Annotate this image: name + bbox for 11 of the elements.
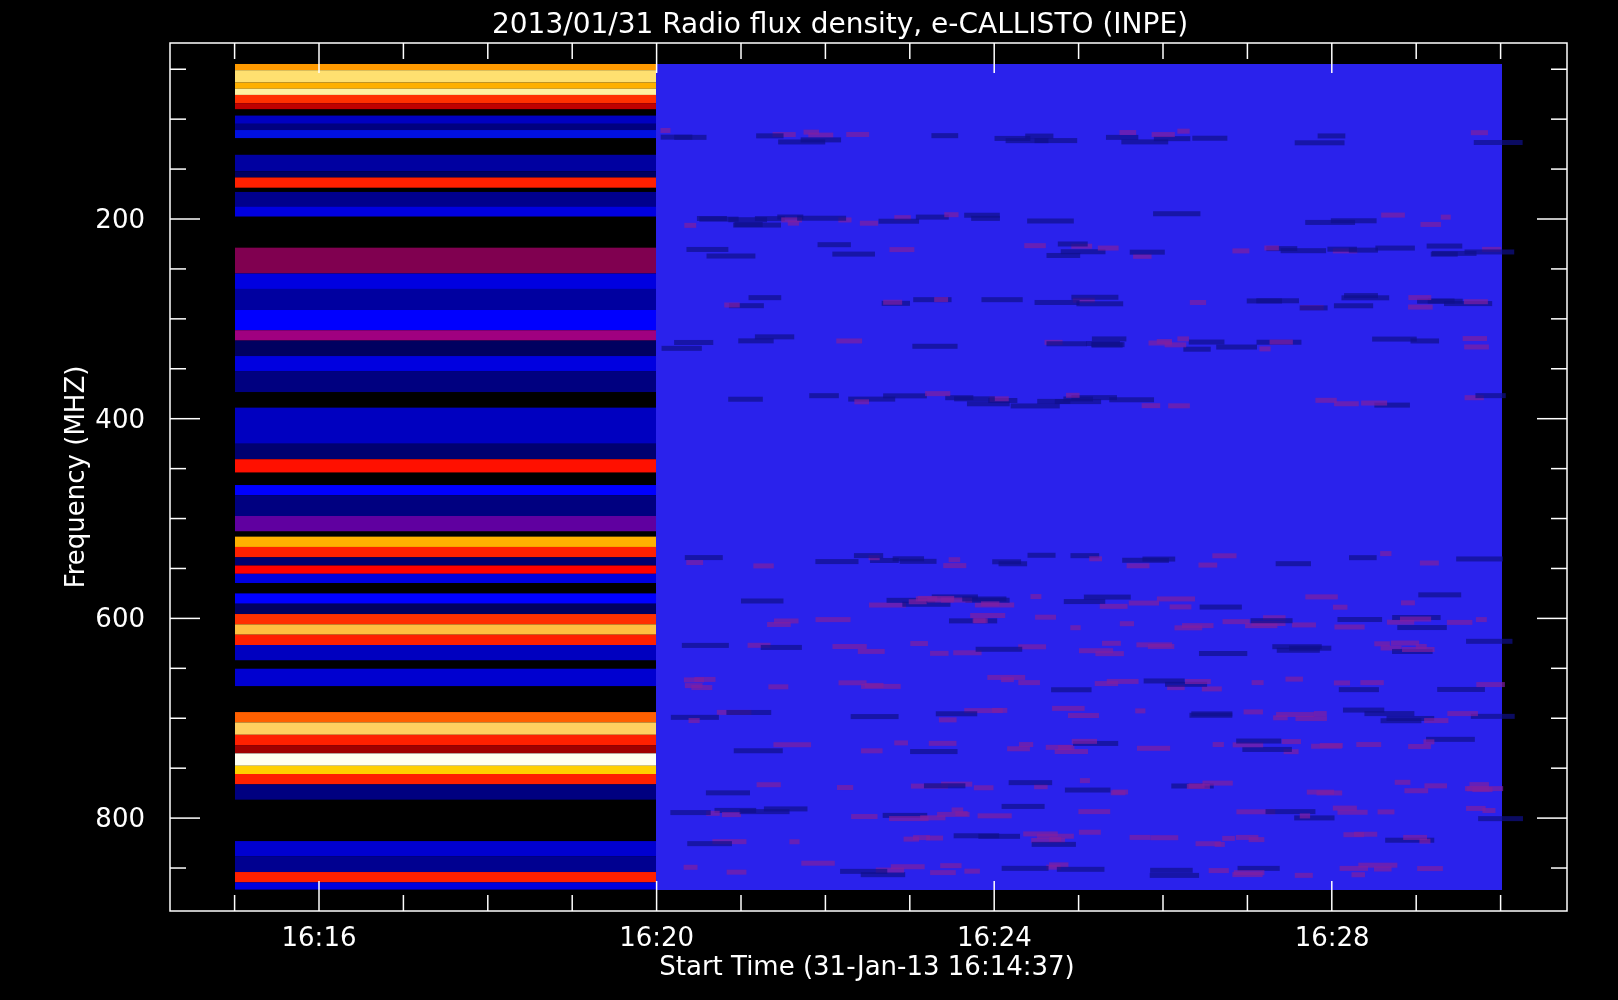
x-tick-label: 16:24	[956, 922, 1032, 952]
x-axis-title: Start Time (31-Jan-13 16:14:37)	[659, 951, 1075, 981]
x-tick-label: 16:20	[619, 922, 695, 952]
chart-title: 2013/01/31 Radio flux density, e-CALLISTO (INPE)	[491, 7, 1189, 40]
y-tick-label: 600	[95, 603, 145, 634]
x-tick-label: 16:16	[281, 922, 357, 952]
y-tick-label: 200	[95, 204, 145, 234]
y-tick-label: 400	[95, 403, 145, 434]
x-tick-label: 16:28	[1294, 922, 1370, 952]
y-axis-title: Frequency (MHZ)	[60, 365, 90, 589]
y-tick-label: 800	[95, 803, 145, 834]
